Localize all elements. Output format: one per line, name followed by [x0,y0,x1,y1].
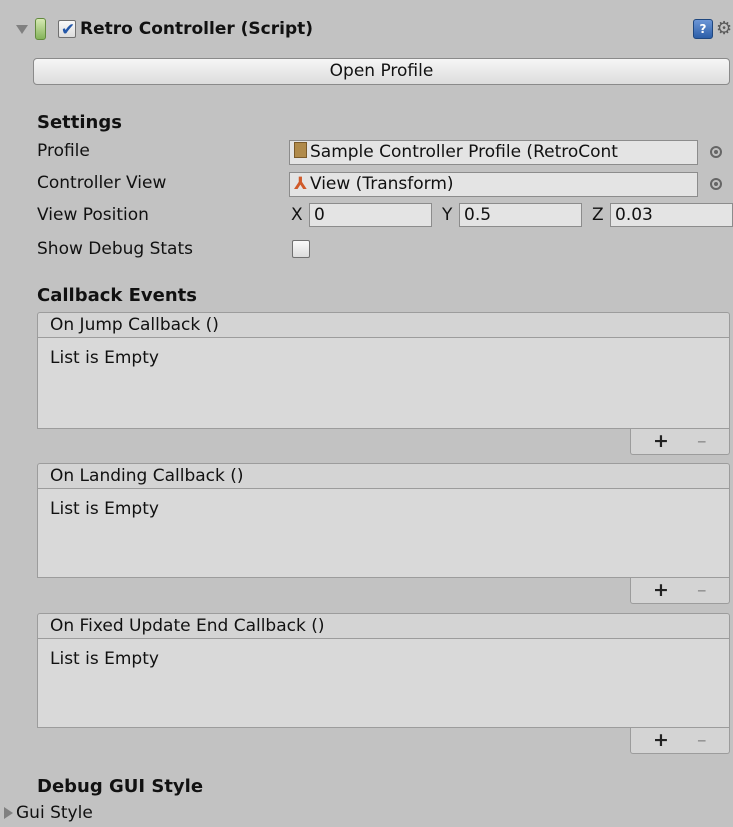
y-axis-label: Y [442,205,453,225]
view-position-label: View Position [37,205,149,225]
foldout-right-icon[interactable] [4,807,13,819]
component-title: Retro Controller (Script) [80,19,314,39]
list-footer: + – [630,578,730,604]
settings-section-title: Settings [37,112,122,133]
component-header: ✔ Retro Controller (Script) ? ⚙ [0,0,733,58]
remove-button[interactable]: – [697,729,707,751]
controller-view-label: Controller View [37,173,167,193]
foldout-down-icon[interactable] [16,25,28,34]
show-debug-stats-label: Show Debug Stats [37,239,193,259]
on-fixed-update-end-callback-list: List is Empty [37,639,730,728]
profile-label: Profile [37,141,90,161]
z-axis-label: Z [592,205,604,225]
on-jump-callback-list: List is Empty [37,338,730,429]
callback-events-section-title: Callback Events [37,285,198,306]
list-footer: + – [630,429,730,455]
object-picker-icon[interactable] [710,146,722,158]
component-enabled-checkbox[interactable]: ✔ [58,20,76,40]
view-position-z-field[interactable]: 0.03 [610,203,733,227]
on-fixed-update-end-callback-header: On Fixed Update End Callback () [37,613,730,639]
open-profile-button[interactable]: Open Profile [33,58,730,85]
help-icon[interactable]: ? [693,19,713,39]
profile-object-field[interactable]: Sample Controller Profile (RetroCont [289,140,698,165]
add-button[interactable]: + [653,729,669,751]
gear-icon[interactable]: ⚙ [716,19,732,39]
list-empty-text: List is Empty [50,348,159,368]
x-axis-label: X [291,205,303,225]
checkmark-icon: ✔ [60,20,76,40]
controller-view-object-field[interactable]: ⅄ View (Transform) [289,172,698,197]
object-picker-icon[interactable] [710,178,722,190]
add-button[interactable]: + [653,430,669,452]
script-icon [35,18,46,40]
on-jump-callback-header: On Jump Callback () [37,312,730,338]
list-empty-text: List is Empty [50,649,159,669]
profile-value: Sample Controller Profile (RetroCont [310,142,618,162]
list-empty-text: List is Empty [50,499,159,519]
remove-button[interactable]: – [697,579,707,601]
show-debug-stats-checkbox[interactable] [292,240,310,258]
scriptable-object-icon [294,142,307,158]
gui-style-foldout-label[interactable]: Gui Style [16,803,93,823]
on-landing-callback-header: On Landing Callback () [37,463,730,489]
view-position-x-field[interactable]: 0 [309,203,432,227]
add-button[interactable]: + [653,579,669,601]
debug-gui-style-section-title: Debug GUI Style [37,776,204,797]
controller-view-value: View (Transform) [309,174,454,194]
transform-icon: ⅄ [294,174,307,194]
view-position-y-field[interactable]: 0.5 [459,203,582,227]
remove-button[interactable]: – [697,430,707,452]
on-landing-callback-list: List is Empty [37,489,730,578]
list-footer: + – [630,728,730,754]
